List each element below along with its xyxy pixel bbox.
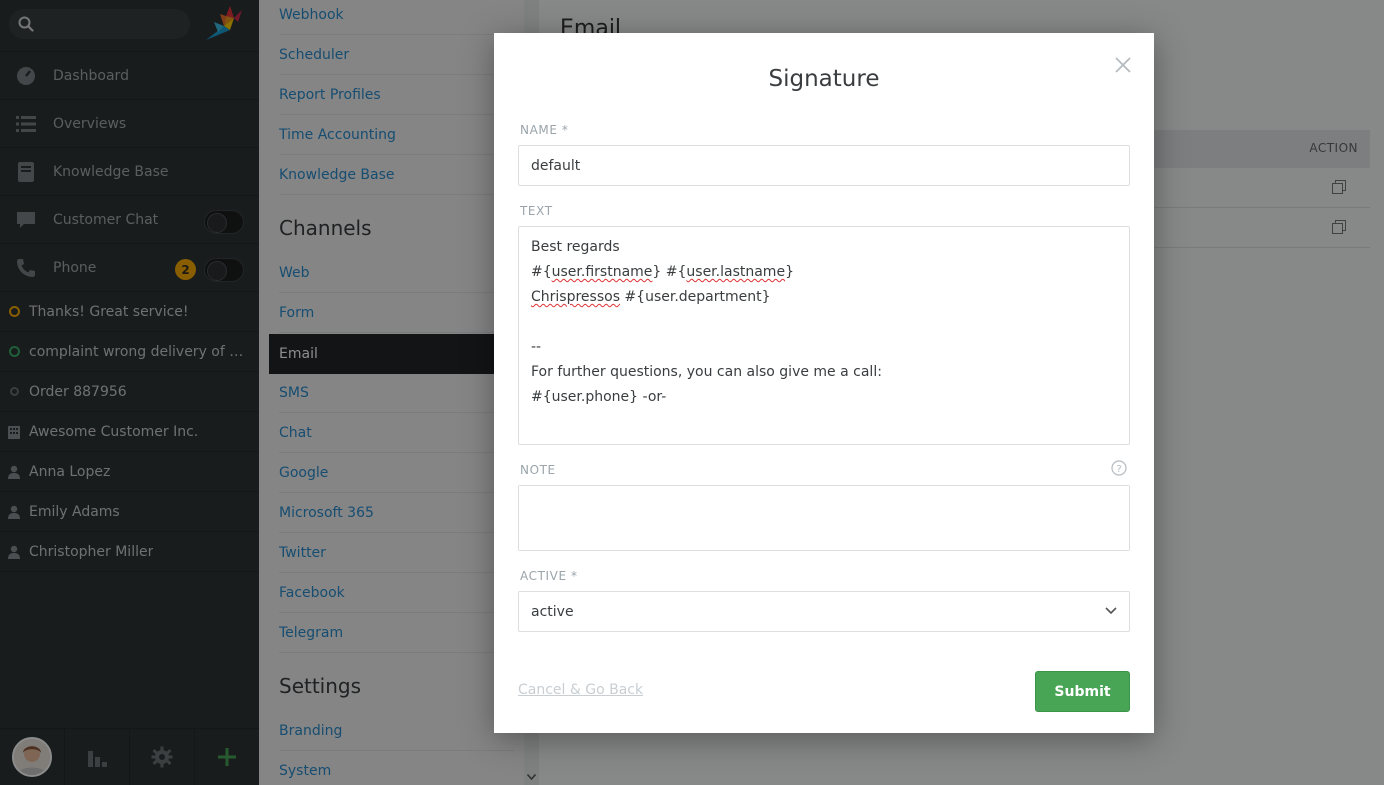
signature-modal: Signature NAME * TEXT Best regards #{use… xyxy=(494,33,1154,733)
active-select[interactable]: active xyxy=(519,592,1129,631)
note-label: NOTE xyxy=(520,463,556,477)
svg-text:?: ? xyxy=(1116,464,1121,475)
name-label: NAME * xyxy=(520,123,569,137)
close-icon[interactable] xyxy=(1113,55,1133,75)
active-label: ACTIVE * xyxy=(520,569,578,583)
active-field: active xyxy=(518,591,1130,632)
text-line: -- xyxy=(531,339,542,355)
text-label: TEXT xyxy=(520,204,553,218)
text-line xyxy=(531,310,1117,335)
text-field: Best regards #{user.firstname} #{user.la… xyxy=(518,226,1130,445)
submit-button[interactable]: Submit xyxy=(1035,671,1130,712)
text-line: For further questions, you can also give… xyxy=(531,364,882,380)
text-line: #{user.phone} -or- xyxy=(531,389,667,405)
modal-title: Signature xyxy=(768,66,880,92)
text-line-name: #{user.firstname} #{user.lastname} xyxy=(531,264,794,280)
text-line: Best regards xyxy=(531,239,620,255)
text-line-department: Chrispressos #{user.department} xyxy=(531,289,771,305)
name-input[interactable] xyxy=(519,146,1129,185)
name-field xyxy=(518,145,1130,186)
help-icon[interactable]: ? xyxy=(1111,460,1127,476)
active-select-value: active xyxy=(531,603,574,620)
signature-text-editor[interactable]: Best regards #{user.firstname} #{user.la… xyxy=(519,227,1129,418)
note-textarea[interactable] xyxy=(519,486,1129,550)
note-field xyxy=(518,485,1130,551)
cancel-link[interactable]: Cancel & Go Back xyxy=(518,682,643,698)
